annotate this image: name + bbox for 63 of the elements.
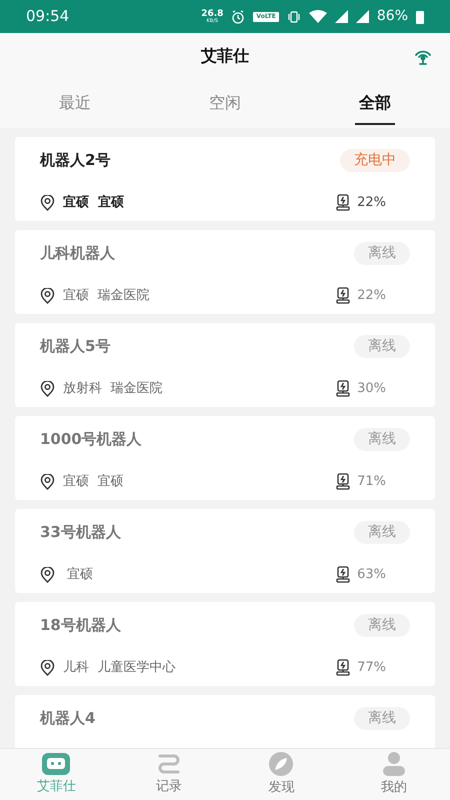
battery-icon <box>416 10 424 24</box>
robot-card[interactable]: 1000号机器人 离线 宜硕 宜硕 71% <box>15 416 435 500</box>
robot-face-icon <box>41 752 72 776</box>
robot-card[interactable]: 儿科机器人 离线 宜硕 瑞金医院 22% <box>15 230 435 314</box>
tab[interactable]: 最近 <box>0 78 150 128</box>
location-pin-icon <box>40 288 55 304</box>
location-text: 宜硕 瑞金医院 <box>63 287 150 305</box>
location-pin-icon <box>40 194 55 211</box>
battery-level-text: 71% <box>357 473 386 491</box>
nav-tab[interactable]: 我的 <box>338 749 450 800</box>
charging-station-icon <box>335 380 352 398</box>
robot-card[interactable]: 33号机器人 离线 宜硕 63% <box>15 509 435 593</box>
charging-station-icon <box>335 287 352 304</box>
signal-icon <box>356 10 369 23</box>
charging-station-icon <box>335 473 352 490</box>
tab[interactable]: 全部 <box>300 78 450 128</box>
robot-card[interactable]: 机器人5号 离线 放射科 瑞金医院 30% <box>15 323 435 407</box>
battery-level-text: 22% <box>357 194 386 212</box>
robot-name: 18号机器人 <box>40 615 121 636</box>
battery-level-text: 30% <box>357 380 386 398</box>
charging-station-icon <box>335 194 352 212</box>
robot-name: 机器人5号 <box>40 336 110 358</box>
compass-icon <box>268 751 294 778</box>
clock-text: 09:54 <box>26 6 70 28</box>
alarm-icon <box>231 10 246 24</box>
location-text: 放射科 瑞金医院 <box>63 380 162 398</box>
status-badge: 充电中 <box>340 149 410 172</box>
signal-icon <box>334 10 348 23</box>
nav-tab[interactable]: 发现 <box>225 749 338 800</box>
robot-card[interactable]: 机器人4 离线 <box>15 695 435 748</box>
location-text: 宜硕 宜硕 <box>63 473 124 491</box>
battery-level-text: 22% <box>357 287 386 305</box>
robot-card[interactable]: 机器人2号 充电中 宜硕 宜硕 22% <box>15 137 435 221</box>
page-title: 艾菲仕 <box>201 44 249 66</box>
status-badge: 离线 <box>354 707 410 730</box>
status-badge: 离线 <box>354 242 410 265</box>
vibrate-icon <box>286 10 301 24</box>
status-badge: 离线 <box>354 428 410 451</box>
robot-name: 33号机器人 <box>40 522 121 544</box>
location-pin-icon <box>40 474 55 490</box>
location-pin-icon <box>40 566 55 583</box>
robot-name: 1000号机器人 <box>40 429 142 450</box>
status-badge: 离线 <box>354 335 410 358</box>
wifi-icon <box>308 10 327 23</box>
location-text: 儿科 儿童医学中心 <box>63 659 176 677</box>
tab[interactable]: 空闲 <box>150 78 300 128</box>
battery-level-text: 77% <box>357 659 386 677</box>
charging-station-icon <box>335 566 352 584</box>
battery-percent-text: 86% <box>376 7 408 26</box>
robot-card[interactable]: 18号机器人 离线 儿科 儿童医学中心 77% <box>15 602 435 686</box>
robot-name: 儿科机器人 <box>40 243 115 264</box>
location-text: 宜硕 <box>66 566 94 584</box>
status-badge: 离线 <box>354 521 410 544</box>
person-icon <box>380 751 407 778</box>
nav-tab[interactable]: 记录 <box>112 749 225 800</box>
robot-name: 机器人4 <box>40 708 96 730</box>
charging-station-icon <box>335 659 352 676</box>
location-text: 宜硕 宜硕 <box>63 194 124 212</box>
battery-level-text: 63% <box>357 566 386 584</box>
location-pin-icon <box>40 380 55 397</box>
location-pin-icon <box>40 660 55 676</box>
robot-name: 机器人2号 <box>40 150 110 172</box>
status-badge: 离线 <box>354 614 410 637</box>
